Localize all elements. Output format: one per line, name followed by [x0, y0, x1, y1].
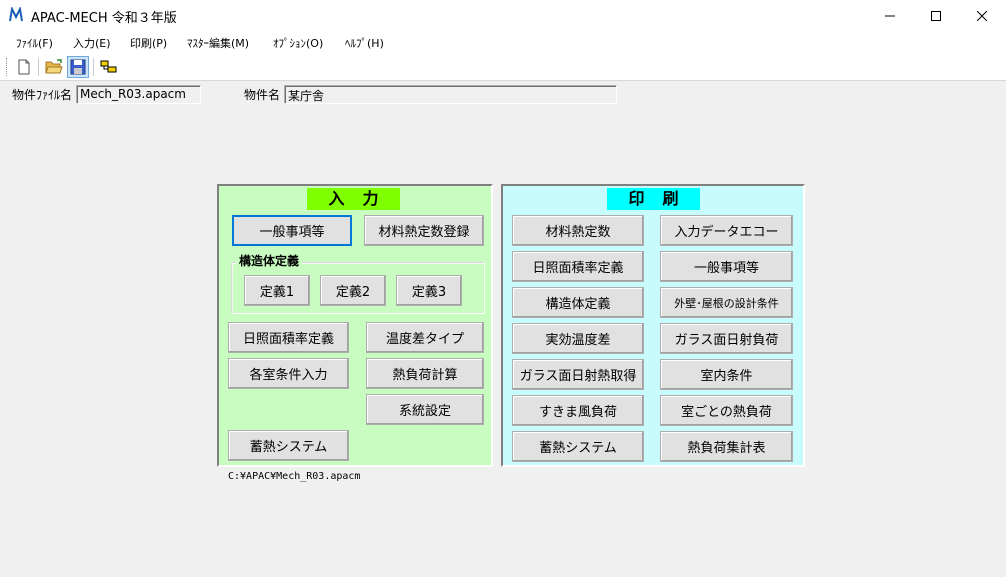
- input-panel-title: 入力: [307, 188, 400, 210]
- room-conditions-button[interactable]: 各室条件入力: [228, 358, 349, 389]
- menu-file[interactable]: ﾌｧｲﾙ(F): [16, 35, 53, 51]
- toolbar-grip: [6, 58, 8, 76]
- print-panel-title: 印刷: [607, 188, 700, 210]
- menu-input[interactable]: 入力(E): [73, 35, 111, 51]
- save-disk-icon: [70, 59, 86, 75]
- print-panel: 印刷 材料熱定数 入力データエコー 日照面積率定義 一般事項等 構造体定義 外壁…: [501, 184, 805, 467]
- definition-3-button[interactable]: 定義3: [396, 275, 462, 306]
- print-heat-load-summary-button[interactable]: 熱負荷集計表: [660, 431, 793, 462]
- file-path-text: C:¥APAC¥Mech_R03.apacm: [228, 471, 361, 482]
- minimize-button[interactable]: [867, 0, 913, 31]
- print-infiltration-load-button[interactable]: すきま風負荷: [512, 395, 644, 426]
- minimize-icon: [885, 15, 895, 16]
- property-name-label: 物件名: [244, 88, 281, 102]
- print-indoor-conditions-button[interactable]: 室内条件: [660, 359, 793, 390]
- tool-icon: [100, 60, 117, 73]
- print-wall-roof-conditions-button[interactable]: 外壁･屋根の設計条件: [660, 287, 793, 318]
- print-glass-solar-gain-button[interactable]: ガラス面日射熱取得: [512, 359, 644, 390]
- system-settings-button[interactable]: 系統設定: [366, 394, 484, 425]
- tool-button[interactable]: [98, 56, 120, 78]
- menu-help[interactable]: ﾍﾙﾌﾟ(H): [345, 35, 384, 51]
- print-input-echo-button[interactable]: 入力データエコー: [660, 215, 793, 246]
- print-room-heat-load-button[interactable]: 室ごとの熱負荷: [660, 395, 793, 426]
- temp-diff-type-button[interactable]: 温度差タイプ: [366, 322, 484, 353]
- print-effective-temp-diff-button[interactable]: 実効温度差: [512, 323, 644, 354]
- close-icon: [977, 10, 987, 21]
- maximize-icon: [931, 10, 941, 21]
- print-material-constants-button[interactable]: 材料熱定数: [512, 215, 644, 246]
- new-file-icon: [18, 59, 30, 75]
- heat-load-calc-button[interactable]: 熱負荷計算: [366, 358, 484, 389]
- sunlit-area-button[interactable]: 日照面積率定義: [228, 322, 349, 353]
- window-title: APAC-MECH 令和３年版: [31, 11, 177, 26]
- open-folder-icon: [45, 59, 63, 74]
- toolbar-separator: [38, 58, 39, 76]
- structure-group-label: 構造体定義: [236, 252, 303, 269]
- save-button[interactable]: [67, 56, 89, 78]
- input-panel: 入力 一般事項等 材料熱定数登録 構造体定義 定義1 定義2 定義3 日照面積率…: [217, 184, 493, 467]
- maximize-button[interactable]: [913, 0, 959, 31]
- material-constants-button[interactable]: 材料熱定数登録: [364, 215, 484, 246]
- close-button[interactable]: [959, 0, 1005, 31]
- menu-print[interactable]: 印刷(P): [130, 35, 167, 51]
- general-items-button[interactable]: 一般事項等: [232, 215, 352, 246]
- print-glass-solar-load-button[interactable]: ガラス面日射負荷: [660, 323, 793, 354]
- print-thermal-storage-button[interactable]: 蓄熱システム: [512, 431, 644, 462]
- open-button[interactable]: [43, 56, 65, 78]
- title-bar: APAC-MECH 令和３年版: [0, 0, 1006, 31]
- toolbar: [0, 53, 1006, 81]
- print-general-items-button[interactable]: 一般事項等: [660, 251, 793, 282]
- file-name-field: Mech_R03.apacm: [76, 85, 201, 104]
- app-logo-icon: [8, 5, 24, 23]
- toolbar-separator-2: [93, 58, 94, 76]
- print-structure-def-button[interactable]: 構造体定義: [512, 287, 644, 318]
- print-sunlit-area-button[interactable]: 日照面積率定義: [512, 251, 644, 282]
- thermal-storage-input-button[interactable]: 蓄熱システム: [228, 430, 349, 461]
- menu-bar: ﾌｧｲﾙ(F) 入力(E) 印刷(P) ﾏｽﾀｰ編集(M) ｵﾌﾟｼｮﾝ(O) …: [0, 31, 1006, 53]
- new-file-button[interactable]: [13, 56, 35, 78]
- definition-1-button[interactable]: 定義1: [244, 275, 310, 306]
- menu-master-edit[interactable]: ﾏｽﾀｰ編集(M): [187, 35, 249, 51]
- property-name-field: 某庁舎: [284, 85, 617, 104]
- definition-2-button[interactable]: 定義2: [320, 275, 386, 306]
- menu-options[interactable]: ｵﾌﾟｼｮﾝ(O): [273, 35, 323, 51]
- file-name-label: 物件ﾌｧｲﾙ名: [12, 88, 73, 102]
